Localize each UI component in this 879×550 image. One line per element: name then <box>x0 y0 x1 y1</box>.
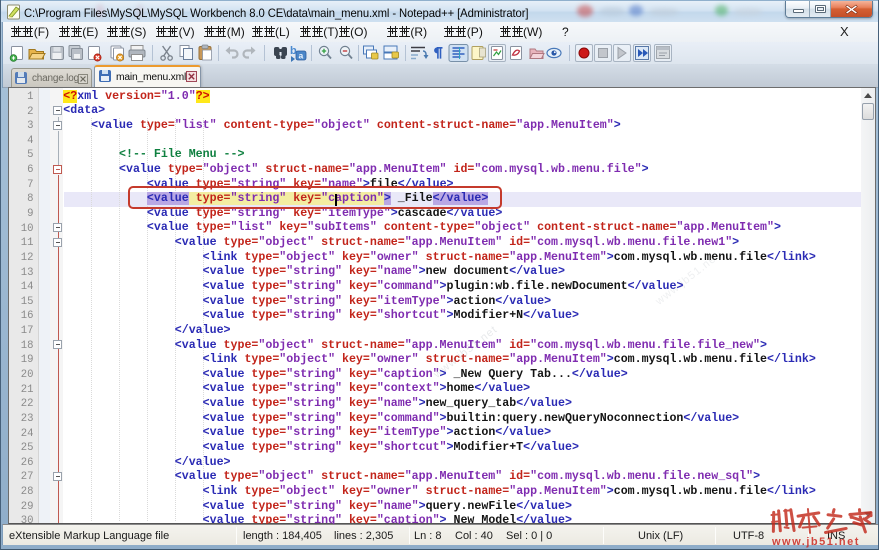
svg-text:a: a <box>299 51 304 61</box>
